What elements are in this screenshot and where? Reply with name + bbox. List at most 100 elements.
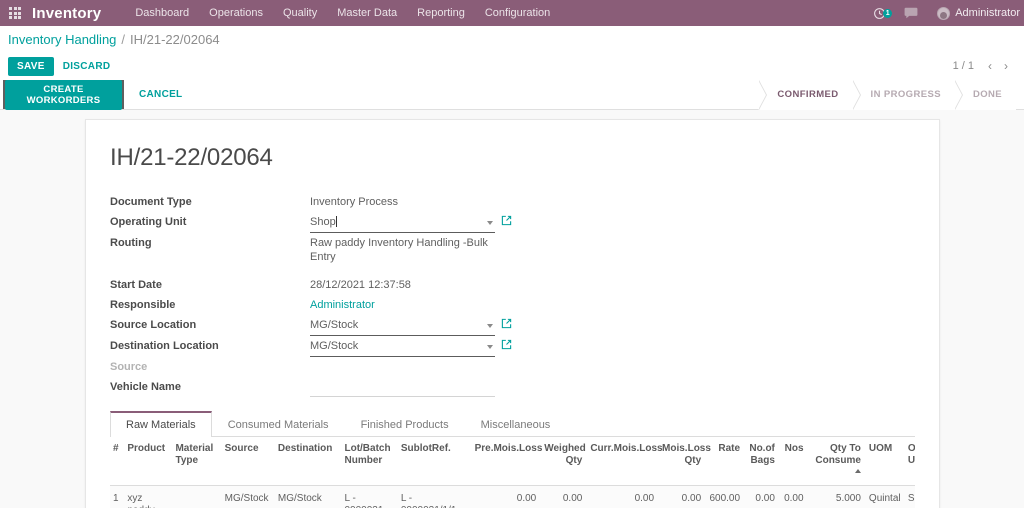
breadcrumb-root-link[interactable]: Inventory Handling bbox=[8, 32, 116, 47]
cell-lot-batch-number[interactable]: L - 0000031 bbox=[341, 485, 398, 508]
chevron-down-icon[interactable] bbox=[487, 324, 493, 328]
cell-material-type[interactable] bbox=[172, 485, 222, 508]
label-responsible: Responsible bbox=[110, 299, 176, 311]
apps-grid-icon[interactable] bbox=[0, 0, 30, 26]
col-mois-loss-qty[interactable]: Mois.Loss Qty bbox=[659, 437, 711, 486]
cell-operating-unit[interactable]: Shop bbox=[904, 485, 915, 508]
user-menu[interactable]: Administrator bbox=[927, 6, 1024, 20]
breadcrumb-separator: / bbox=[121, 31, 126, 47]
pager: 1 / 1 ‹ › bbox=[953, 59, 1016, 73]
tab-finished-products[interactable]: Finished Products bbox=[345, 411, 465, 437]
col-weighed-qty[interactable]: Weighed Qty bbox=[541, 437, 588, 486]
discard-button[interactable]: DISCARD bbox=[54, 57, 120, 76]
form-content-area: IH/21-22/02064 Document Type Inventory P… bbox=[0, 110, 1024, 508]
menu-configuration[interactable]: Configuration bbox=[475, 7, 560, 19]
form-row-spacer bbox=[110, 267, 513, 275]
chat-bubble-icon bbox=[904, 7, 918, 19]
chevron-down-icon[interactable] bbox=[487, 221, 493, 225]
cell-mois-loss-qty[interactable]: 0.00 bbox=[659, 485, 707, 508]
external-link-icon bbox=[501, 215, 512, 226]
status-stage-in-progress[interactable]: IN PROGRESS bbox=[851, 79, 955, 110]
user-name-label: Administrator bbox=[955, 7, 1020, 19]
cancel-button[interactable]: CANCEL bbox=[130, 85, 191, 104]
operating-unit-external-link[interactable] bbox=[495, 212, 513, 229]
cell-nos[interactable]: 0.00 bbox=[779, 485, 809, 508]
col-index[interactable]: # bbox=[110, 437, 125, 486]
destination-location-external-link[interactable] bbox=[495, 336, 513, 353]
operating-unit-input[interactable]: Shop bbox=[310, 212, 495, 233]
cell-product[interactable]: xyz paddy bbox=[124, 485, 173, 508]
save-button[interactable]: SAVE bbox=[8, 56, 54, 76]
cell-qty-to-consume[interactable]: 5.000 bbox=[808, 485, 866, 508]
col-no-of-bags[interactable]: No.of Bags bbox=[745, 437, 780, 486]
col-sublot-ref[interactable]: SublotRef. bbox=[397, 437, 472, 486]
col-lot-batch-number[interactable]: Lot/Batch Number bbox=[341, 437, 398, 486]
label-routing: Routing bbox=[110, 237, 152, 249]
destination-location-value: MG/Stock bbox=[310, 340, 359, 352]
menu-operations[interactable]: Operations bbox=[199, 7, 273, 19]
destination-location-input[interactable]: MG/Stock bbox=[310, 336, 495, 357]
top-navbar: Inventory Dashboard Operations Quality M… bbox=[0, 0, 1024, 26]
cell-weighed-qty[interactable]: 0.00 bbox=[541, 485, 588, 508]
col-operating-unit[interactable]: Operating Unit bbox=[904, 437, 915, 486]
tab-raw-materials[interactable]: Raw Materials bbox=[110, 411, 212, 437]
label-destination-location: Destination Location bbox=[110, 340, 219, 352]
action-statusbar-row: CREATE WORKORDERS CANCEL CONFIRMED IN PR… bbox=[0, 79, 1024, 110]
source-location-input[interactable]: MG/Stock bbox=[310, 315, 495, 336]
menu-master-data[interactable]: Master Data bbox=[327, 7, 407, 19]
cell-no-of-bags[interactable]: 0.00 bbox=[745, 485, 780, 508]
cell-rate[interactable]: 600.00 bbox=[706, 485, 746, 508]
avatar-icon bbox=[937, 6, 951, 20]
menu-quality[interactable]: Quality bbox=[273, 7, 327, 19]
status-stage-confirmed[interactable]: CONFIRMED bbox=[758, 79, 853, 110]
chevron-right-icon[interactable]: › bbox=[998, 59, 1014, 73]
create-workorders-button[interactable]: CREATE WORKORDERS bbox=[5, 79, 122, 110]
label-operating-unit: Operating Unit bbox=[110, 216, 187, 228]
main-menu: Dashboard Operations Quality Master Data… bbox=[125, 7, 560, 19]
col-destination[interactable]: Destination bbox=[274, 437, 342, 486]
pager-counts: 1 / 1 bbox=[952, 60, 974, 72]
chevron-down-icon[interactable] bbox=[487, 345, 493, 349]
col-uom[interactable]: UOM bbox=[865, 437, 905, 486]
menu-reporting[interactable]: Reporting bbox=[407, 7, 475, 19]
app-brand-title[interactable]: Inventory bbox=[30, 5, 107, 22]
cell-sublot-ref[interactable]: L - 0000031/1/1 bbox=[397, 485, 472, 508]
status-pipeline: CONFIRMED IN PROGRESS DONE bbox=[758, 79, 1016, 110]
value-source bbox=[310, 357, 495, 363]
menu-dashboard[interactable]: Dashboard bbox=[125, 7, 199, 19]
col-qty-to-consume[interactable]: Qty To Consume bbox=[808, 437, 866, 486]
col-rate[interactable]: Rate bbox=[706, 437, 746, 486]
value-document-type: Inventory Process bbox=[310, 196, 399, 208]
cell-uom[interactable]: Quintal bbox=[865, 485, 905, 508]
col-material-type[interactable]: Material Type bbox=[172, 437, 222, 486]
cell-pre-mois-loss[interactable]: 0.00 bbox=[471, 485, 542, 508]
chevron-left-icon[interactable]: ‹ bbox=[982, 59, 998, 73]
record-edit-toolbar: SAVE DISCARD 1 / 1 ‹ › bbox=[0, 52, 1024, 80]
operating-unit-value: Shop bbox=[310, 216, 336, 228]
value-responsible[interactable]: Administrator bbox=[310, 295, 495, 315]
raw-materials-table: # Product Material Type Source Destinati… bbox=[110, 437, 915, 508]
tab-miscellaneous[interactable]: Miscellaneous bbox=[465, 411, 567, 437]
col-pre-mois-loss[interactable]: Pre.Mois.Loss bbox=[471, 437, 542, 486]
cell-index: 1 bbox=[110, 485, 125, 508]
external-link-icon bbox=[501, 339, 512, 350]
col-product[interactable]: Product bbox=[124, 437, 173, 486]
cell-curr-mois-loss[interactable]: 0.00 bbox=[587, 485, 660, 508]
table-row[interactable]: 1 xyz paddy MG/Stock MG/Stock L - 000003… bbox=[110, 485, 915, 508]
label-source: Source bbox=[110, 361, 148, 373]
label-vehicle-name: Vehicle Name bbox=[110, 381, 181, 393]
notebook-tabs: Raw Materials Consumed Materials Finishe… bbox=[110, 411, 915, 437]
activity-menu[interactable]: 1 bbox=[864, 7, 895, 20]
form-sheet: IH/21-22/02064 Document Type Inventory P… bbox=[85, 119, 940, 508]
vehicle-name-input[interactable] bbox=[310, 377, 495, 397]
source-location-external-link[interactable] bbox=[495, 315, 513, 332]
status-stage-done[interactable]: DONE bbox=[953, 79, 1016, 110]
cell-source[interactable]: MG/Stock bbox=[221, 485, 275, 508]
messages-menu[interactable] bbox=[895, 7, 927, 19]
col-curr-mois-loss[interactable]: Curr.Mois.Loss bbox=[587, 437, 663, 486]
tab-consumed-materials[interactable]: Consumed Materials bbox=[212, 411, 345, 437]
cell-destination[interactable]: MG/Stock bbox=[274, 485, 342, 508]
col-source[interactable]: Source bbox=[221, 437, 275, 486]
col-nos[interactable]: Nos bbox=[779, 437, 809, 486]
source-location-value: MG/Stock bbox=[310, 319, 359, 331]
